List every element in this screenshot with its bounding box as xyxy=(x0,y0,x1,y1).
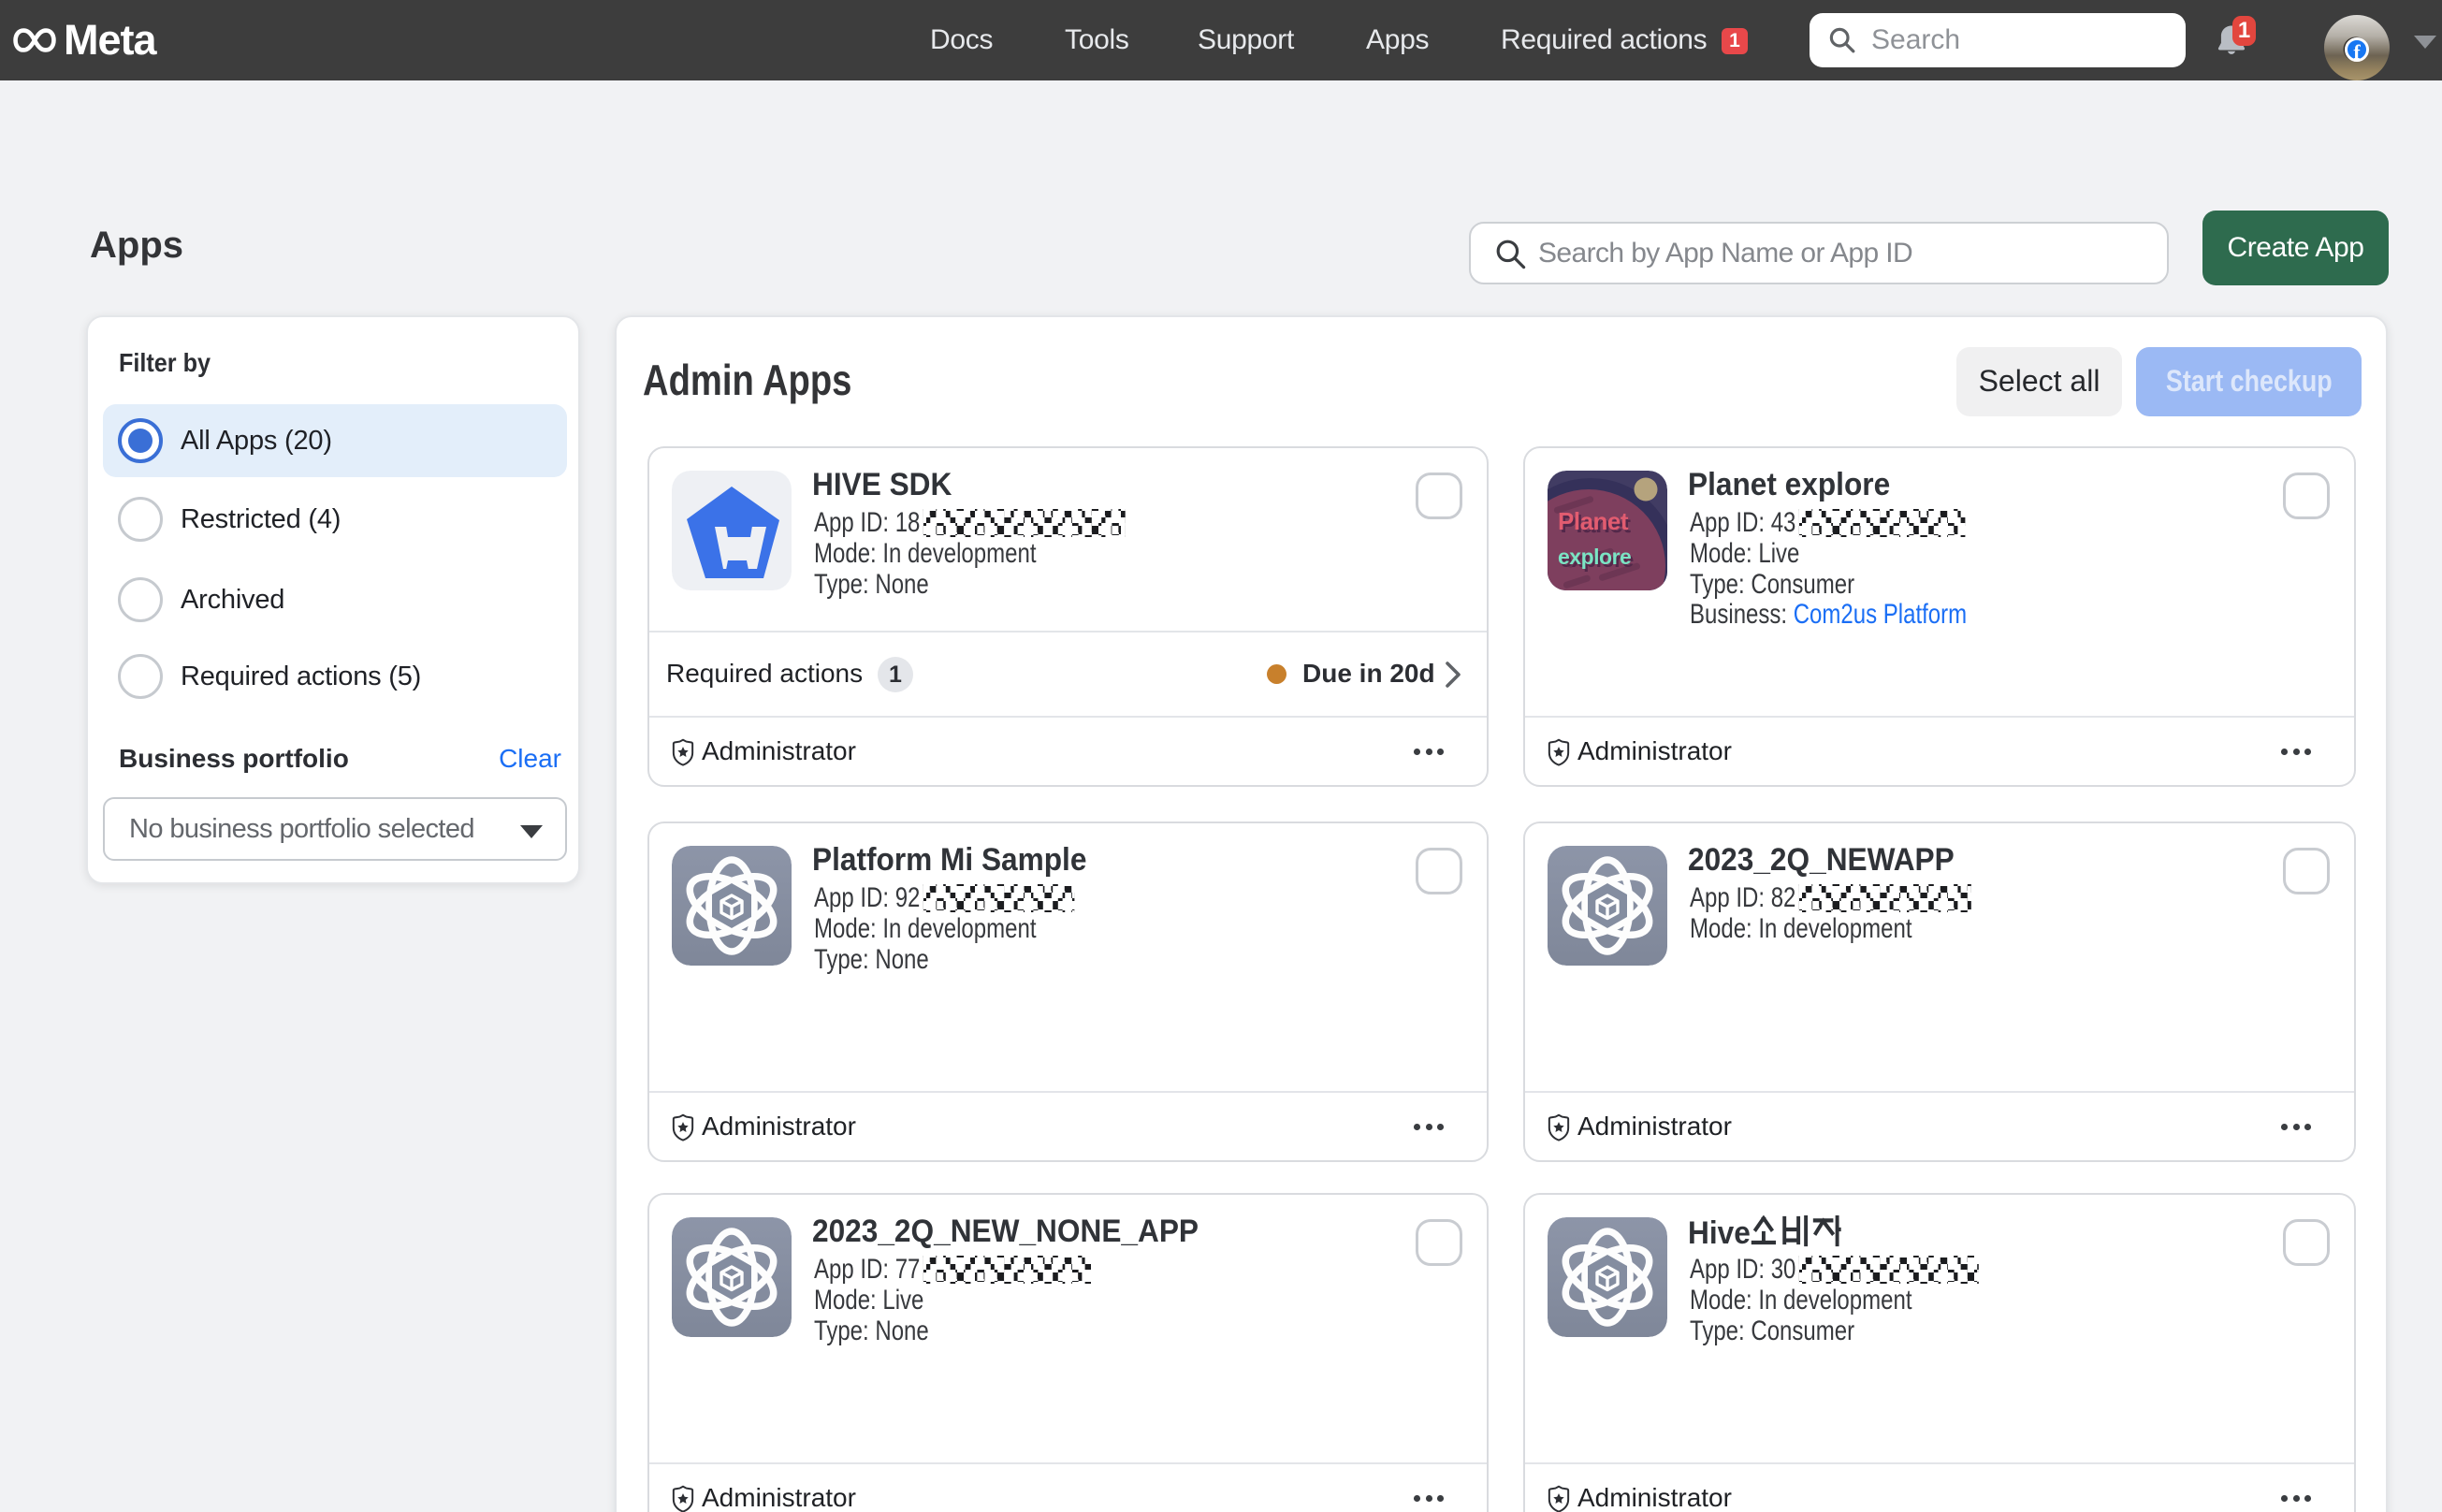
svg-text:explore: explore xyxy=(1558,545,1631,569)
svg-text:Planet: Planet xyxy=(1558,507,1629,535)
